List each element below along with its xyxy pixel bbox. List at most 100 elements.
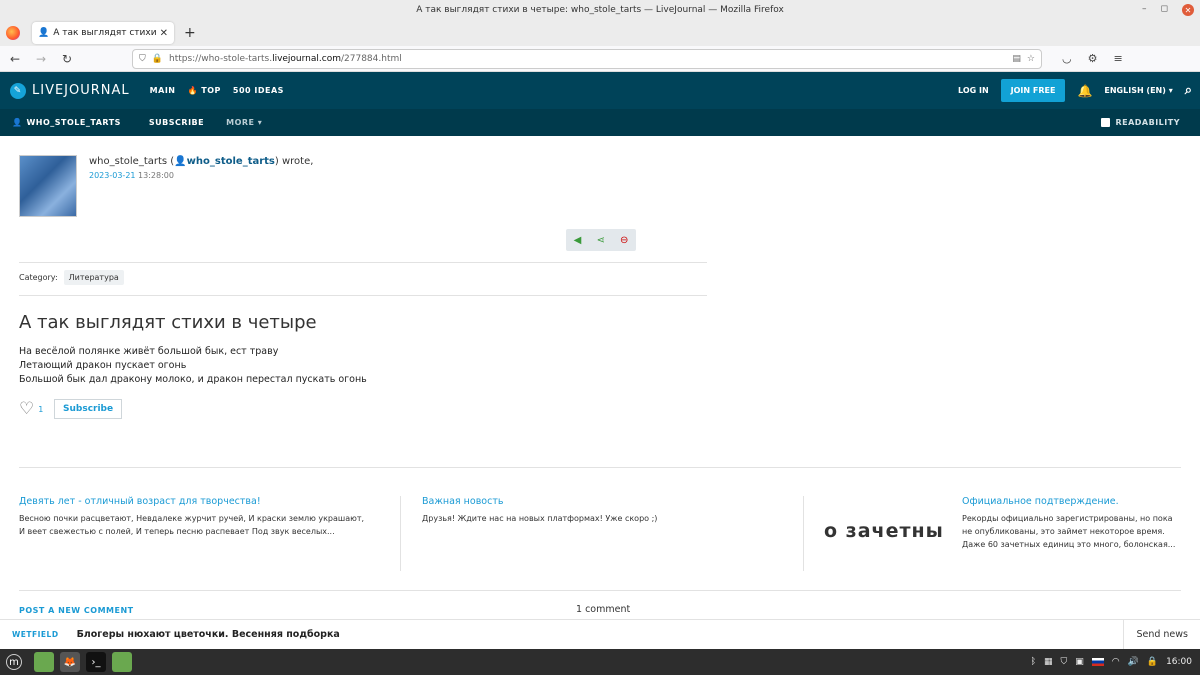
related-post[interactable]: Официальное подтверждение. Рекорды офици… [962,496,1181,551]
related-post[interactable]: Девять лет - отличный возраст для творче… [19,496,379,538]
user-icon: 👤 [38,28,50,38]
browser-tab[interactable]: 👤 А так выглядят стихи в чет ✕ [32,22,174,44]
news-source[interactable]: WETFIELD [12,630,59,639]
lj-header-right: LOG IN JOIN FREE 🔔 ENGLISH (EN) ▾ ⌕ [958,79,1192,102]
post-body: На весёлой полянке живёт большой бык, ес… [19,345,367,387]
reload-icon[interactable]: ↻ [56,52,78,66]
readability-checkbox[interactable] [1101,118,1111,127]
menu-icon[interactable]: ≡ [1113,52,1122,65]
post-line: Летающий дракон пускает огонь [19,360,187,371]
window-title: А так выглядят стихи в четыре: who_stole… [416,5,784,15]
related-post-excerpt: Рекорды официально зарегистрированы, но … [962,514,1176,549]
forward-icon[interactable]: → [30,52,52,66]
related-post-title[interactable]: Важная новость [422,496,782,507]
news-headline[interactable]: Блогеры нюхают цветочки. Весенняя подбор… [77,629,340,640]
heart-icon[interactable]: ♡ [19,399,34,419]
lock-icon[interactable]: 🔒 [1147,657,1158,667]
nav-top[interactable]: 🔥 TOP [188,86,221,95]
login-button[interactable]: LOG IN [958,86,989,95]
post-comment-link[interactable]: POST A NEW COMMENT [19,606,134,615]
more-menu[interactable]: MORE ▾ [226,118,262,127]
nav-main[interactable]: MAIN [150,86,176,95]
comment-count[interactable]: 1 comment [576,604,630,615]
readability-toggle[interactable]: READABILITY [1101,118,1180,127]
mint-menu-icon[interactable]: m [6,654,22,670]
author-link[interactable]: 👤who_stole_tarts [174,156,275,167]
category-tag[interactable]: Литература [63,270,124,285]
lj-main-nav: MAIN 🔥 TOP 500 IDEAS [150,86,284,95]
related-post-excerpt: Друзья! Ждите нас на новых платформах! У… [422,514,658,523]
navigation-bar: ← → ↻ ⛉ 🔒 https://who-stole-tarts.livejo… [0,46,1200,72]
maximize-icon[interactable]: ◻ [1161,4,1168,16]
send-news-button[interactable]: Send news [1123,619,1200,650]
close-icon[interactable]: ✕ [1182,4,1194,16]
share-icon[interactable]: ⋖ [596,235,604,246]
journal-subheader: 👤 WHO_STOLE_TARTS SUBSCRIBE MORE ▾ READAB… [0,109,1200,136]
bluetooth-icon[interactable]: ᛒ [1031,657,1036,667]
date-link[interactable]: 2023-03-21 [89,171,136,180]
wifi-icon[interactable]: ◠ [1112,657,1120,667]
firefox-icon [6,26,20,40]
post-title: А так выглядят стихи в четыре [19,312,317,333]
subscribe-link[interactable]: SUBSCRIBE [149,118,204,127]
user-icon: 👤 [12,118,23,127]
search-icon[interactable]: ⌕ [1185,83,1192,98]
fire-icon: 🔥 [187,86,198,95]
news-bar: WETFIELD Блогеры нюхают цветочки. Весенн… [0,619,1200,650]
post-line: На весёлой полянке живёт большой бык, ес… [19,346,279,357]
folder-icon[interactable] [34,652,54,672]
minimize-icon[interactable]: – [1142,4,1147,16]
url-text[interactable]: https://who-stole-tarts.livejournal.com/… [169,54,1006,64]
keyboard-layout-icon[interactable] [1091,658,1104,666]
calendar-icon[interactable]: ▦ [1044,657,1053,667]
language-select[interactable]: ENGLISH (EN) ▾ [1104,86,1172,95]
back-icon[interactable]: ← [4,52,26,66]
shield-icon[interactable]: ⛉ [1060,657,1067,667]
volume-icon[interactable]: 🔊 [1128,657,1139,667]
bell-icon[interactable]: 🔔 [1077,84,1092,98]
lj-logo[interactable]: ✎ LIVEJOURNAL [10,82,130,99]
tab-close-icon[interactable]: ✕ [160,28,168,39]
shield-icon[interactable]: ⛉ [139,54,146,64]
join-free-button[interactable]: JOIN FREE [1000,79,1066,102]
post-date: 2023-03-21 13:28:00 [89,171,174,180]
divider [19,467,1181,468]
os-taskbar: m 🦊 ›_ ᛒ ▦ ⛉ ▣ ◠ 🔊 🔒 16:00 [0,649,1200,675]
nav-500-ideas[interactable]: 500 IDEAS [233,86,284,95]
extensions-icon[interactable]: ⚙ [1088,52,1098,65]
like-count: 1 [38,404,44,414]
divider [19,295,707,296]
related-post-image[interactable]: о зачетны [824,520,944,542]
post-line: Большой бык дал дракону молоко, и дракон… [19,374,367,385]
subscribe-button[interactable]: Subscribe [54,399,123,419]
tab-title: А так выглядят стихи в чет [53,28,156,38]
post-content: who_stole_tarts (👤who_stole_tarts) wrote… [19,136,1181,619]
reader-view-icon[interactable]: ▤ [1012,54,1021,64]
arrow-left-icon[interactable]: ◀ [574,235,582,246]
no-entry-icon[interactable]: ⊖ [620,235,628,246]
related-post-title[interactable]: Официальное подтверждение. [962,496,1181,507]
tab-bar: 👤 А так выглядят стихи в чет ✕ + [0,20,1200,46]
bookmark-star-icon[interactable]: ☆ [1027,54,1035,64]
updates-icon[interactable]: ▣ [1075,657,1084,667]
related-post[interactable]: Важная новость Друзья! Ждите нас на новы… [422,496,782,525]
related-post-title[interactable]: Девять лет - отличный возраст для творче… [19,496,379,507]
terminal-icon[interactable]: ›_ [86,652,106,672]
new-tab-icon[interactable]: + [184,25,196,41]
divider [400,496,401,571]
like-control[interactable]: ♡ 1 [19,399,43,419]
divider [19,590,1181,591]
window-titlebar: А так выглядят стихи в четыре: who_stole… [0,0,1200,20]
clock[interactable]: 16:00 [1166,657,1192,667]
journal-user-link[interactable]: 👤 WHO_STOLE_TARTS [12,118,121,127]
files-icon[interactable] [112,652,132,672]
url-bar[interactable]: ⛉ 🔒 https://who-stole-tarts.livejournal.… [132,48,1042,69]
firefox-taskbar-icon[interactable]: 🦊 [60,652,80,672]
pocket-icon[interactable]: ◡ [1062,52,1072,65]
lj-header: ✎ LIVEJOURNAL MAIN 🔥 TOP 500 IDEAS LOG I… [0,72,1200,109]
system-tray: ᛒ ▦ ⛉ ▣ ◠ 🔊 🔒 16:00 [1031,657,1192,667]
divider [19,262,707,263]
post-author: who_stole_tarts (👤who_stole_tarts) wrote… [89,156,314,167]
avatar[interactable] [19,155,77,217]
lock-icon[interactable]: 🔒 [152,54,163,64]
